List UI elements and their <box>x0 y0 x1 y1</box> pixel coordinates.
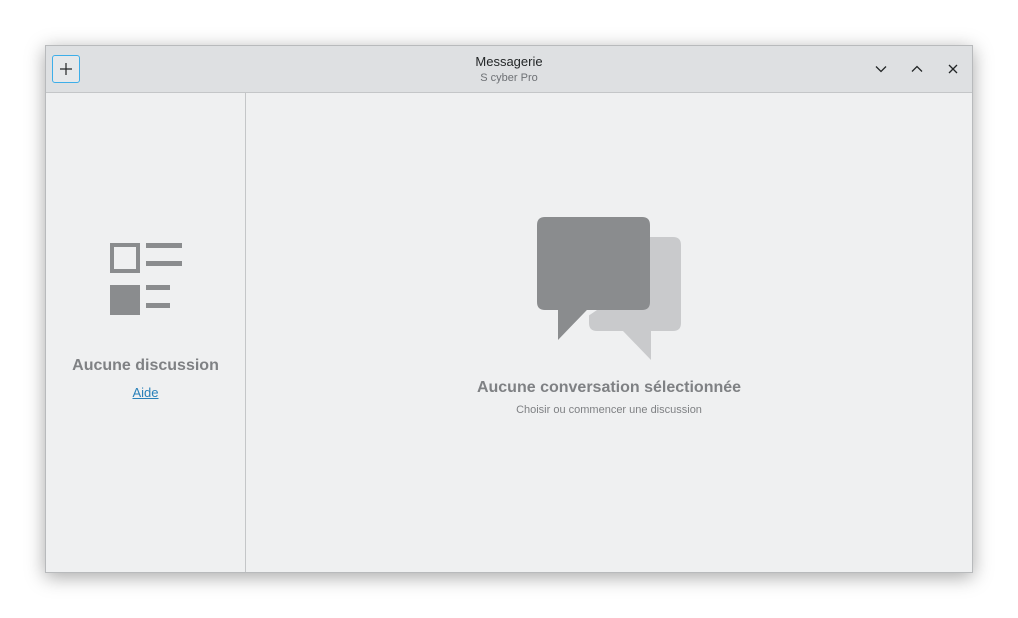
app-window: Messagerie S cyber Pro Aucune discussion… <box>45 45 973 573</box>
main-placeholder <box>537 217 682 367</box>
plus-icon <box>60 63 72 75</box>
chat-bubbles-icon <box>537 217 681 360</box>
close-button[interactable] <box>942 58 964 80</box>
chevron-down-icon <box>875 66 887 73</box>
conversation-view: Aucune conversation sélectionnée Choisir… <box>246 93 972 572</box>
main-empty-subtitle: Choisir ou commencer une discussion <box>516 404 702 416</box>
chevron-up-icon <box>911 65 923 72</box>
new-conversation-button[interactable] <box>52 55 80 83</box>
conversation-sidebar: Aucune discussion Aide <box>46 93 246 572</box>
title-bar: Messagerie S cyber Pro <box>46 46 972 93</box>
sidebar-placeholder <box>46 243 245 320</box>
main-empty-title: Aucune conversation sélectionnée <box>476 379 742 396</box>
sidebar-empty-title: Aucune discussion <box>72 357 219 374</box>
maximize-button[interactable] <box>906 58 928 80</box>
list-icon <box>109 243 182 315</box>
window-title: Messagerie <box>475 54 543 69</box>
help-link[interactable]: Aide <box>132 385 158 400</box>
minimize-button[interactable] <box>870 58 892 80</box>
title-block: Messagerie S cyber Pro <box>46 54 972 86</box>
window-subtitle: S cyber Pro <box>480 72 538 84</box>
close-icon <box>948 64 958 74</box>
